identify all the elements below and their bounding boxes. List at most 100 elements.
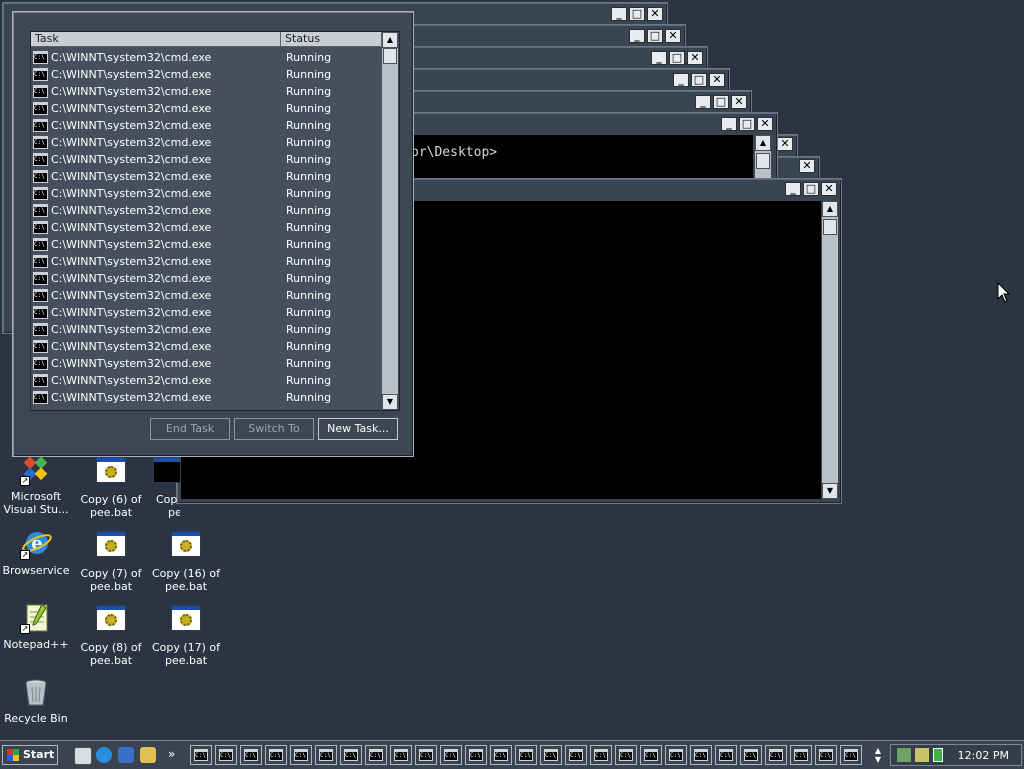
minimize-button[interactable]: _ (673, 73, 689, 87)
close-button[interactable]: ✕ (665, 29, 681, 43)
taskbar-task-button[interactable]: C:\ (290, 745, 312, 765)
show-desktop-icon[interactable] (74, 747, 92, 765)
network-icon[interactable] (897, 748, 911, 762)
task-row[interactable]: C:\ C:\WINNT\system32\cmd.exe Running (31, 168, 382, 185)
taskbar-task-button[interactable]: C:\ (590, 745, 612, 765)
task-list-scrollbar[interactable]: ▲ ▼ (382, 32, 398, 410)
desktop-icon-bat-16[interactable]: Copy (16) of pee.bat (150, 528, 222, 593)
desktop-icon-recycle-bin[interactable]: Recycle Bin (0, 676, 72, 725)
scroll-down-arrow[interactable]: ▼ (822, 483, 838, 499)
task-row[interactable]: C:\ C:\WINNT\system32\cmd.exe Running (31, 389, 382, 406)
taskbar-task-button[interactable]: C:\ (265, 745, 287, 765)
close-button[interactable]: ✕ (647, 7, 663, 21)
task-row[interactable]: C:\ C:\WINNT\system32\cmd.exe Running (31, 253, 382, 270)
desktop-icon-bat-17[interactable]: Copy (17) of pee.bat (150, 602, 222, 667)
desktop-icon-visual-studio[interactable]: ↗ Microsoft Visual Stu... (0, 454, 72, 516)
switch-to-button[interactable]: Switch To (234, 418, 314, 440)
desktop-icon-bat-partial[interactable]: Cop pee.bat (140, 454, 180, 519)
taskbar-task-button[interactable]: C:\ (715, 745, 737, 765)
scroll-thumb[interactable] (756, 153, 770, 169)
taskbar-task-button[interactable]: C:\ (615, 745, 637, 765)
taskbar-task-button[interactable]: C:\ (565, 745, 587, 765)
close-button[interactable]: ✕ (687, 51, 703, 65)
minimize-button[interactable]: _ (695, 95, 711, 109)
close-button[interactable]: ✕ (821, 182, 837, 196)
maximize-button[interactable]: □ (713, 95, 729, 109)
maximize-button[interactable]: □ (739, 117, 755, 131)
desktop-icon-browservice[interactable]: e ↗ Browservice (0, 528, 72, 577)
desktop-icon-bat-7[interactable]: Copy (7) of pee.bat (75, 528, 147, 593)
desktop-icon-bat-8[interactable]: Copy (8) of pee.bat (75, 602, 147, 667)
task-row[interactable]: C:\ C:\WINNT\system32\cmd.exe Running (31, 287, 382, 304)
search-icon[interactable] (140, 747, 156, 763)
taskbar-task-button[interactable]: C:\ (740, 745, 762, 765)
taskbar-task-button[interactable]: C:\ (490, 745, 512, 765)
task-row[interactable]: C:\ C:\WINNT\system32\cmd.exe Running (31, 100, 382, 117)
volume-icon[interactable] (915, 748, 929, 762)
taskbar-task-button[interactable]: C:\ (765, 745, 787, 765)
scroll-up-arrow[interactable]: ▲ (822, 201, 838, 217)
taskbar-task-button[interactable]: C:\ (815, 745, 837, 765)
taskbar-task-button[interactable]: C:\ (465, 745, 487, 765)
taskbar-task-button[interactable]: C:\ (340, 745, 362, 765)
maximize-button[interactable]: □ (647, 29, 663, 43)
task-manager-window[interactable]: Task Status C:\ C:\WINNT\system32\cmd.exe… (12, 11, 414, 457)
minimize-button[interactable]: _ (785, 182, 801, 196)
close-button[interactable]: ✕ (799, 159, 815, 173)
internet-explorer-icon[interactable] (96, 747, 112, 763)
maximize-button[interactable]: □ (669, 51, 685, 65)
taskbar-task-button[interactable]: C:\ (515, 745, 537, 765)
task-row[interactable]: C:\ C:\WINNT\system32\cmd.exe Running (31, 151, 382, 168)
end-task-button[interactable]: End Task (150, 418, 230, 440)
console-scrollbar[interactable]: ▲ ▼ (822, 201, 838, 499)
desktop-icon-bat-6[interactable]: Copy (6) of pee.bat (75, 454, 147, 519)
maximize-button[interactable]: □ (803, 182, 819, 196)
task-row[interactable]: C:\ C:\WINNT\system32\cmd.exe Running (31, 134, 382, 151)
taskbar-task-button[interactable]: C:\ (415, 745, 437, 765)
new-task-button[interactable]: New Task... (318, 418, 398, 440)
start-button[interactable]: Start (2, 745, 58, 765)
task-row[interactable]: C:\ C:\WINNT\system32\cmd.exe Running (31, 338, 382, 355)
minimize-button[interactable]: _ (629, 29, 645, 43)
scroll-down-arrow[interactable]: ▼ (382, 394, 398, 410)
close-button[interactable]: ✕ (731, 95, 747, 109)
minimize-button[interactable]: _ (651, 51, 667, 65)
task-row[interactable]: C:\ C:\WINNT\system32\cmd.exe Running (31, 185, 382, 202)
taskbar-task-button[interactable]: C:\ (240, 745, 262, 765)
maximize-button[interactable]: □ (691, 73, 707, 87)
taskbar-task-button[interactable]: C:\ (690, 745, 712, 765)
quicklaunch-overflow-chevron[interactable]: » (168, 747, 175, 761)
task-list[interactable]: Task Status C:\ C:\WINNT\system32\cmd.exe… (30, 31, 400, 411)
desktop-icon-notepad-plus-plus[interactable]: ↗ Notepad++ (0, 602, 72, 651)
close-button[interactable]: ✕ (777, 137, 793, 151)
taskbar-task-button[interactable]: C:\ (315, 745, 337, 765)
scroll-thumb[interactable] (823, 219, 837, 235)
taskbar-task-button[interactable]: C:\ (790, 745, 812, 765)
task-row[interactable]: C:\ C:\WINNT\system32\cmd.exe Running (31, 202, 382, 219)
taskbar-task-button[interactable]: C:\ (840, 745, 862, 765)
close-button[interactable]: ✕ (757, 117, 773, 131)
scroll-up-arrow[interactable]: ▲ (382, 32, 398, 48)
minimize-button[interactable]: _ (721, 117, 737, 131)
task-row[interactable]: C:\ C:\WINNT\system32\cmd.exe Running (31, 321, 382, 338)
outlook-icon[interactable] (118, 747, 134, 763)
maximize-button[interactable]: □ (629, 7, 645, 21)
task-row[interactable]: C:\ C:\WINNT\system32\cmd.exe Running (31, 83, 382, 100)
clock[interactable]: 12:02 PM (958, 749, 1009, 762)
column-header-status[interactable]: Status (281, 32, 382, 47)
task-row[interactable]: C:\ C:\WINNT\system32\cmd.exe Running (31, 117, 382, 134)
taskbar-task-button[interactable]: C:\ (215, 745, 237, 765)
task-row[interactable]: C:\ C:\WINNT\system32\cmd.exe Running (31, 304, 382, 321)
close-button[interactable]: ✕ (709, 73, 725, 87)
taskbar-task-button[interactable]: C:\ (440, 745, 462, 765)
task-row[interactable]: C:\ C:\WINNT\system32\cmd.exe Running (31, 270, 382, 287)
task-row[interactable]: C:\ C:\WINNT\system32\cmd.exe Running (31, 219, 382, 236)
taskbar-task-button[interactable]: C:\ (190, 745, 212, 765)
task-row[interactable]: C:\ C:\WINNT\system32\cmd.exe Running (31, 66, 382, 83)
battery-icon[interactable] (933, 748, 943, 762)
taskbar-task-button[interactable]: C:\ (640, 745, 662, 765)
task-row[interactable]: C:\ C:\WINNT\system32\cmd.exe Running (31, 355, 382, 372)
taskbar-scroll-arrows[interactable]: ▲ ▼ (872, 746, 884, 764)
taskbar-task-button[interactable]: C:\ (365, 745, 387, 765)
taskbar-task-button[interactable]: C:\ (665, 745, 687, 765)
